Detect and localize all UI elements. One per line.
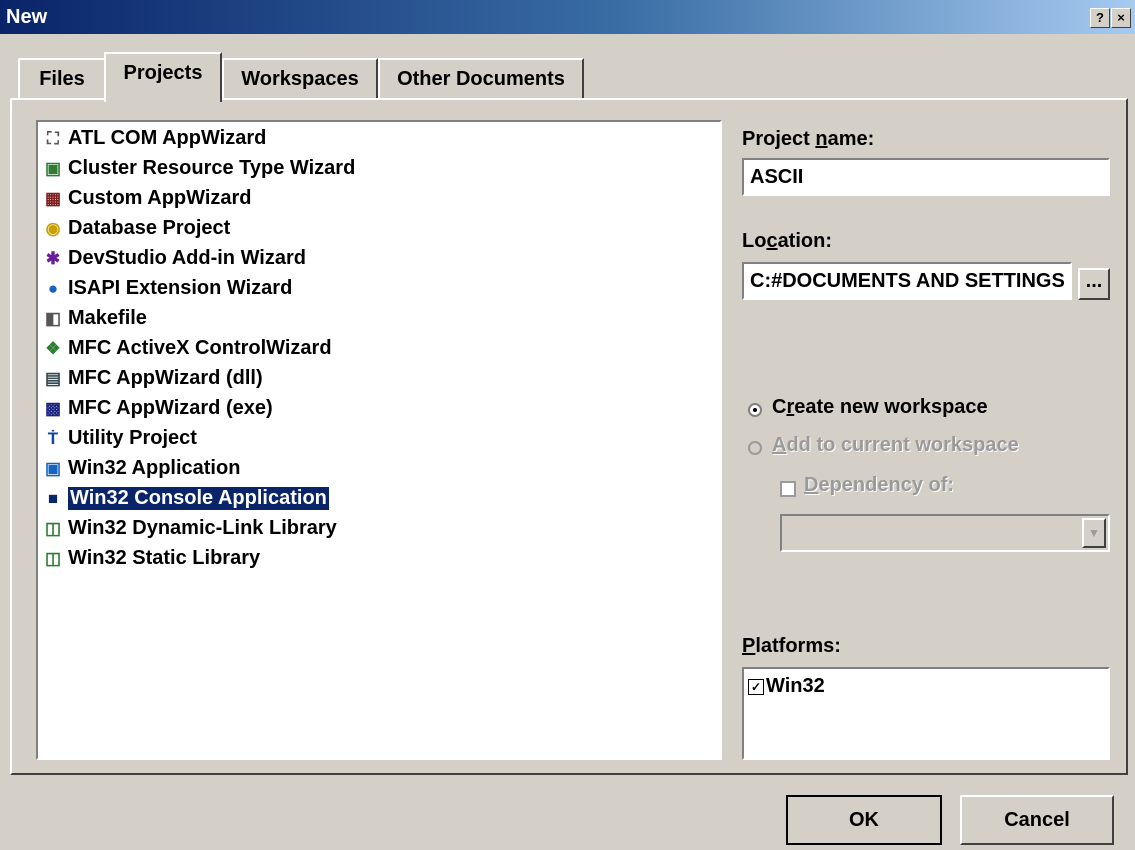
- tab-label: Files: [39, 68, 85, 90]
- globe-icon: ●: [47, 278, 59, 298]
- database-icon: ◉: [45, 218, 61, 238]
- dependency-select[interactable]: ▼: [780, 514, 1110, 552]
- list-item[interactable]: ▣ Win32 Application: [42, 454, 240, 483]
- create-workspace-radio[interactable]: [748, 403, 762, 417]
- list-item[interactable]: ▩ MFC AppWizard (exe): [42, 394, 273, 423]
- title-bar: New ? ×: [0, 0, 1135, 34]
- project-name-label: Project name:: [742, 128, 875, 150]
- atl-icon: ⛶: [47, 128, 59, 148]
- help-button[interactable]: ?: [1090, 8, 1110, 28]
- list-item[interactable]: ❖ MFC ActiveX ControlWizard: [42, 334, 331, 363]
- win32-app-icon: ▣: [44, 458, 62, 478]
- mfc-dll-icon: ▤: [44, 368, 62, 388]
- addin-icon: ✱: [45, 248, 61, 268]
- activex-icon: ❖: [45, 338, 61, 358]
- tab-projects[interactable]: Projects: [104, 52, 222, 102]
- dependency-checkbox[interactable]: [780, 481, 796, 497]
- dll-icon: ◫: [44, 518, 62, 538]
- close-icon: ×: [1117, 10, 1125, 25]
- ok-button[interactable]: OK: [786, 795, 942, 845]
- browse-button[interactable]: ...: [1078, 268, 1110, 300]
- custom-wizard-icon: ▦: [44, 188, 62, 208]
- console-icon: ■: [47, 488, 59, 508]
- add-workspace-radio[interactable]: [748, 441, 762, 455]
- list-item[interactable]: ▦ Custom AppWizard: [42, 184, 252, 213]
- platforms-label: Platforms:: [742, 635, 841, 657]
- new-dialog: New ? × Files Projects Workspaces Other …: [0, 0, 1135, 850]
- tab-workspaces[interactable]: Workspaces: [222, 58, 378, 98]
- location-input[interactable]: C:#DOCUMENTS AND SETTINGS: [742, 262, 1072, 300]
- list-item[interactable]: ◫ Win32 Static Library: [42, 544, 260, 573]
- list-item-selected[interactable]: ■ Win32 Console Application: [42, 484, 329, 513]
- list-item[interactable]: ✱ DevStudio Add-in Wizard: [42, 244, 306, 273]
- dependency-label[interactable]: Dependency of:: [804, 474, 954, 497]
- platforms-list[interactable]: ✓ Win32: [742, 667, 1110, 760]
- project-name-input[interactable]: ASCII: [742, 158, 1110, 196]
- list-item[interactable]: ▣ Cluster Resource Type Wizard: [42, 154, 355, 183]
- project-type-list[interactable]: ⛶ ATL COM AppWizard ▣ Cluster Resource Typ…: [36, 120, 722, 760]
- list-item[interactable]: ◫ Win32 Dynamic-Link Library: [42, 514, 337, 543]
- lib-icon: ◫: [44, 548, 62, 568]
- tab-label: Other Documents: [397, 68, 565, 90]
- location-label: Location:: [742, 230, 832, 252]
- close-button[interactable]: ×: [1111, 8, 1131, 28]
- cancel-button[interactable]: Cancel: [960, 795, 1114, 845]
- chevron-down-icon[interactable]: ▼: [1082, 518, 1106, 548]
- help-icon: ?: [1096, 10, 1104, 25]
- cluster-icon: ▣: [44, 158, 62, 178]
- list-item[interactable]: Ṫ Utility Project: [42, 424, 197, 453]
- list-item[interactable]: ◧ Makefile: [42, 304, 147, 333]
- list-item[interactable]: ● ISAPI Extension Wizard: [42, 274, 292, 303]
- add-workspace-label[interactable]: Add to current workspace: [772, 434, 1019, 457]
- checkbox-checked-icon[interactable]: ✓: [748, 678, 764, 695]
- list-item[interactable]: ▤ MFC AppWizard (dll): [42, 364, 263, 393]
- mfc-exe-icon: ▩: [44, 398, 62, 418]
- tab-label: Workspaces: [241, 68, 359, 90]
- tab-files[interactable]: Files: [18, 58, 106, 98]
- makefile-icon: ◧: [44, 308, 62, 328]
- window-title: New: [6, 6, 48, 28]
- tab-label: Projects: [123, 62, 203, 84]
- utility-icon: Ṫ: [47, 428, 59, 448]
- platform-item[interactable]: ✓ Win32: [748, 675, 825, 698]
- list-item[interactable]: ⛶ ATL COM AppWizard: [42, 124, 266, 153]
- tab-other-documents[interactable]: Other Documents: [378, 58, 584, 98]
- create-workspace-label[interactable]: Create new workspace: [772, 396, 988, 419]
- list-item[interactable]: ◉ Database Project: [42, 214, 231, 243]
